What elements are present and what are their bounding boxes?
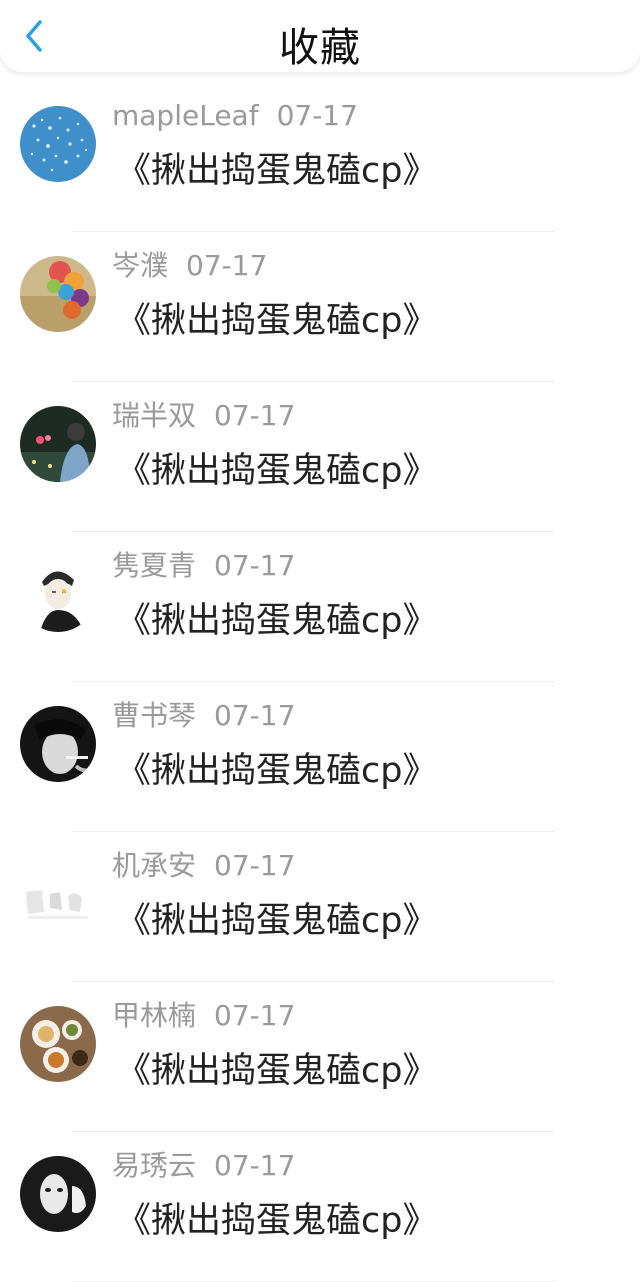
list-item[interactable]: 岑濮 07-17 《揪出捣蛋鬼磕cp》	[0, 232, 640, 382]
food-plate-avatar	[20, 1006, 96, 1082]
username[interactable]: 曹书琴	[112, 699, 196, 732]
list-item[interactable]: 甲林楠 07-17 《揪出捣蛋鬼磕cp》	[0, 982, 640, 1132]
top-bar: 收藏	[0, 0, 640, 72]
faded-sketch-avatar	[20, 856, 96, 932]
favorite-title[interactable]: 《揪出捣蛋鬼磕cp》	[116, 296, 437, 346]
avatar[interactable]	[20, 406, 96, 482]
username[interactable]: 隽夏青	[112, 549, 196, 582]
date: 07-17	[276, 99, 358, 132]
avatar[interactable]	[20, 256, 96, 332]
item-meta: 机承安 07-17	[112, 848, 295, 884]
item-meta: mapleLeaf 07-17	[112, 98, 358, 134]
item-meta: 瑞半双 07-17	[112, 398, 295, 434]
masked-figure-avatar	[20, 1156, 96, 1232]
item-meta: 曹书琴 07-17	[112, 698, 295, 734]
avatar[interactable]	[20, 856, 96, 932]
username[interactable]: 甲林楠	[112, 999, 196, 1032]
list-item[interactable]: mapleLeaf 07-17 《揪出捣蛋鬼磕cp》	[0, 82, 640, 232]
night-girl-avatar	[20, 406, 96, 482]
favorite-title[interactable]: 《揪出捣蛋鬼磕cp》	[116, 446, 437, 496]
list-item[interactable]: 隽夏青 07-17 《揪出捣蛋鬼磕cp》	[0, 532, 640, 682]
username[interactable]: 瑞半双	[112, 399, 196, 432]
item-meta: 易琇云 07-17	[112, 1148, 295, 1184]
favorite-title[interactable]: 《揪出捣蛋鬼磕cp》	[116, 896, 437, 946]
username[interactable]: 岑濮	[112, 249, 168, 282]
favorite-title[interactable]: 《揪出捣蛋鬼磕cp》	[116, 1196, 437, 1246]
date: 07-17	[186, 249, 268, 282]
username[interactable]: 机承安	[112, 849, 196, 882]
username[interactable]: mapleLeaf	[112, 99, 259, 132]
item-meta: 甲林楠 07-17	[112, 998, 295, 1034]
item-meta: 岑濮 07-17	[112, 248, 267, 284]
list-item[interactable]: 易琇云 07-17 《揪出捣蛋鬼磕cp》	[0, 1132, 640, 1282]
page-title: 收藏	[279, 25, 361, 71]
item-meta: 隽夏青 07-17	[112, 548, 295, 584]
favorite-title[interactable]: 《揪出捣蛋鬼磕cp》	[116, 746, 437, 796]
favorite-title[interactable]: 《揪出捣蛋鬼磕cp》	[116, 146, 437, 196]
date: 07-17	[214, 849, 296, 882]
username[interactable]: 易琇云	[112, 1149, 196, 1182]
date: 07-17	[214, 699, 296, 732]
list-item[interactable]: 瑞半双 07-17 《揪出捣蛋鬼磕cp》	[0, 382, 640, 532]
avatar[interactable]	[20, 1006, 96, 1082]
date: 07-17	[214, 999, 296, 1032]
date: 07-17	[214, 1149, 296, 1182]
date: 07-17	[214, 399, 296, 432]
smoking-person-avatar	[20, 706, 96, 782]
balloons-avatar	[20, 256, 96, 332]
favorite-title[interactable]: 《揪出捣蛋鬼磕cp》	[116, 1046, 437, 1096]
list-item[interactable]: 机承安 07-17 《揪出捣蛋鬼磕cp》	[0, 832, 640, 982]
avatar[interactable]	[20, 706, 96, 782]
blue-leaves-avatar	[20, 106, 96, 182]
avatar[interactable]	[20, 1156, 96, 1232]
favorite-title[interactable]: 《揪出捣蛋鬼磕cp》	[116, 596, 437, 646]
list-item[interactable]: 曹书琴 07-17 《揪出捣蛋鬼磕cp》	[0, 682, 640, 832]
favorites-list: mapleLeaf 07-17 《揪出捣蛋鬼磕cp》 岑濮 07-17 《揪出捣蛋鬼…	[0, 82, 640, 1282]
sketch-boy-avatar	[20, 556, 96, 632]
avatar[interactable]	[20, 556, 96, 632]
avatar[interactable]	[20, 106, 96, 182]
date: 07-17	[214, 549, 296, 582]
